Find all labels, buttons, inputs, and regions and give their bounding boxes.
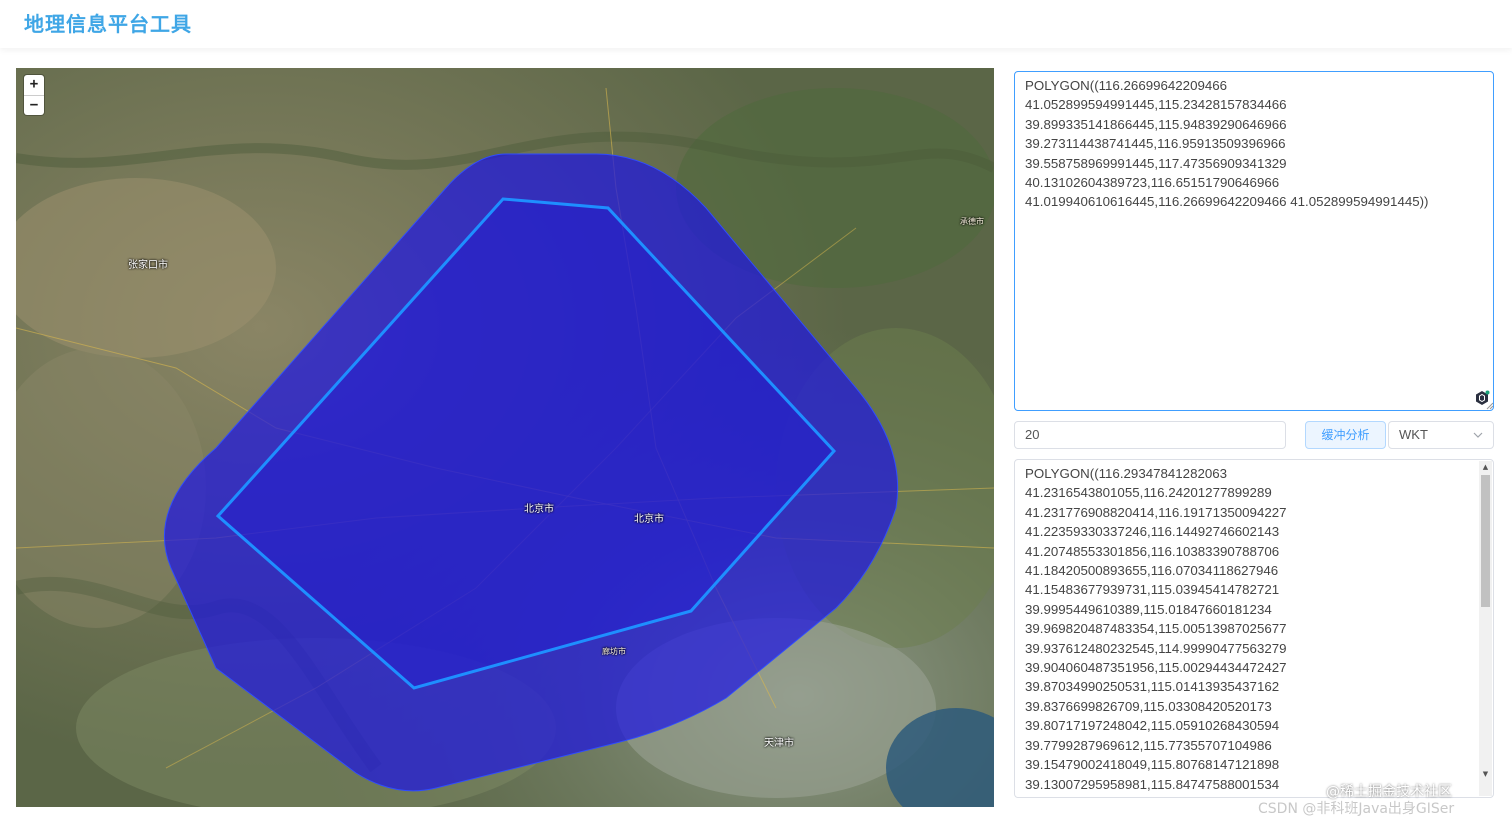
wkt-line: POLYGON((116.26699642209466 bbox=[1025, 78, 1228, 93]
resize-handle-icon[interactable] bbox=[1486, 402, 1494, 410]
result-line: 41.2316543801055,116.24201277899289 bbox=[1025, 485, 1272, 501]
result-line: 39.80717197248042,115.05910268430594 bbox=[1025, 718, 1280, 734]
result-scrollbar[interactable]: ▲ ▼ bbox=[1479, 461, 1492, 796]
csdn-watermark: CSDN @非科班Java出身GISer bbox=[1258, 801, 1455, 817]
zoom-out-button[interactable]: − bbox=[24, 95, 44, 115]
wkt-line: 39.558758969991445,117.47356909341329 bbox=[1025, 155, 1287, 171]
scroll-up-icon[interactable]: ▲ bbox=[1481, 463, 1490, 471]
result-line: 41.18420500893655,116.07034118627946 bbox=[1025, 563, 1279, 579]
result-output-textarea[interactable]: POLYGON((116.29347841282063 41.2316543801… bbox=[1014, 459, 1494, 798]
map-view[interactable]: 张家口市 北京市 北京市 天津市 承德市 廊坊市 bbox=[16, 68, 994, 807]
satellite-basemap bbox=[16, 68, 994, 807]
wkt-input-textarea[interactable]: POLYGON((116.26699642209466 41.0528995949… bbox=[1014, 71, 1494, 411]
scroll-thumb[interactable] bbox=[1481, 475, 1490, 607]
scroll-down-icon[interactable]: ▼ bbox=[1481, 770, 1490, 778]
zoom-control: + − bbox=[24, 75, 44, 115]
buffer-distance-input[interactable]: 20 bbox=[1014, 421, 1286, 449]
result-line: 39.8376699826709,115.03308420520173 bbox=[1025, 698, 1272, 714]
wkt-line: 41.052899594991445,115.23428157834466 bbox=[1025, 97, 1287, 113]
result-line: 41.22359330337246,116.14492746602143 bbox=[1025, 524, 1280, 540]
wkt-line: 39.899335141866445,115.94839290646966 bbox=[1025, 116, 1287, 132]
app-header: 地理信息平台工具 bbox=[0, 0, 1512, 48]
result-line: 39.904060487351956,115.00294434472427 bbox=[1025, 660, 1287, 676]
result-line: 39.15479002418049,115.80768147121898 bbox=[1025, 757, 1280, 773]
wkt-line: 41.019940610616445,116.26699642209466 41… bbox=[1025, 194, 1429, 210]
result-line: 41.20748553301856,116.10383390788706 bbox=[1025, 543, 1280, 559]
result-line: 41.15483677939731,115.03945414782721 bbox=[1025, 582, 1280, 598]
buffer-analysis-button[interactable]: 缓冲分析 bbox=[1305, 421, 1386, 449]
wkt-line: 40.13102604389723,116.65151790646966 bbox=[1025, 175, 1280, 191]
format-select-value: WKT bbox=[1399, 427, 1428, 442]
result-line: 39.937612480232545,114.99990477563279 bbox=[1025, 640, 1287, 656]
wkt-line: 39.273114438741445,116.95913509396966 bbox=[1025, 136, 1286, 152]
format-select[interactable]: WKT bbox=[1388, 421, 1494, 449]
result-line: POLYGON((116.29347841282063 bbox=[1025, 466, 1228, 481]
chevron-down-icon bbox=[1473, 432, 1483, 438]
result-line: 41.231776908820414,116.19171350094227 bbox=[1025, 504, 1287, 520]
app-title: 地理信息平台工具 bbox=[24, 12, 192, 36]
result-line: 39.7799287969612,115.77355707104986 bbox=[1025, 737, 1272, 753]
result-line: 39.969820487483354,115.00513987025677 bbox=[1025, 621, 1287, 637]
result-line: 39.87034990250531,115.01413935437162 bbox=[1025, 679, 1280, 695]
result-line: 39.9995449610389,115.01847660181234 bbox=[1025, 601, 1272, 617]
zoom-in-button[interactable]: + bbox=[24, 75, 44, 95]
